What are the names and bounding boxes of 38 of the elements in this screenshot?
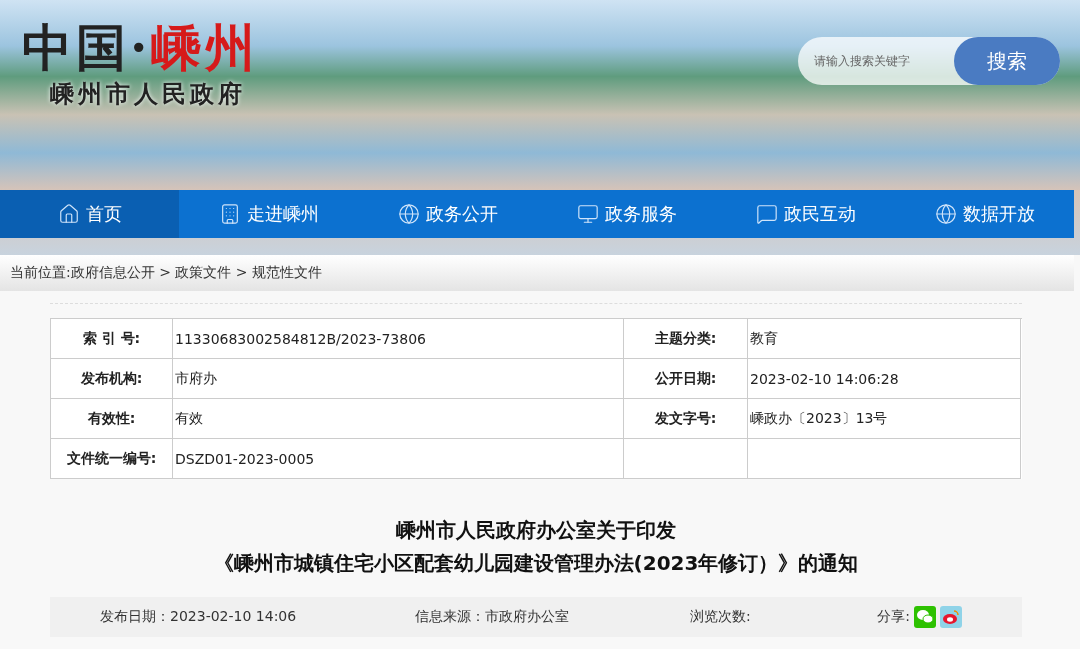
field-value: DSZD01-2023-0005	[173, 439, 624, 479]
field-label: 有效性:	[51, 399, 173, 439]
field-label: 索 引 号:	[51, 319, 173, 359]
nav-tab[interactable]: 走进嵊州	[179, 190, 358, 238]
nav-icon	[57, 203, 80, 225]
meta-text: 浏览次数:	[690, 608, 752, 626]
site-logo-title: 中国·嵊州	[22, 18, 260, 78]
field-label: 发文字号:	[624, 399, 748, 439]
article-title: 嵊州市人民政府办公室关于印发	[396, 517, 676, 544]
share-label: 分享:	[877, 608, 910, 626]
search-field[interactable]: 请输入搜索关键字 搜索	[798, 37, 1060, 85]
field-label: 公开日期:	[624, 359, 748, 399]
meta-text: 发布日期：2023-02-10 14:06	[100, 608, 298, 626]
nav-tab[interactable]: 政务服务	[537, 190, 716, 238]
meta-text: 信息来源：市政府办公室	[415, 608, 570, 626]
search-button[interactable]: 搜索	[954, 37, 1060, 85]
nav-tab[interactable]: 数据开放	[895, 190, 1074, 238]
chat-share-icon[interactable]	[914, 606, 936, 628]
site-logo-subtitle: 嵊州市人民政府	[50, 79, 247, 110]
nav-icon	[576, 203, 599, 225]
field-value: 2023-02-10 14:06:28	[748, 359, 1021, 399]
field-value: 有效	[173, 399, 624, 439]
nav-tab[interactable]: 政民互动	[716, 190, 895, 238]
nav-icon	[397, 203, 420, 225]
field-label: 文件统一编号:	[51, 439, 173, 479]
field-value: 嵊政办〔2023〕13号	[748, 399, 1021, 439]
nav-tab[interactable]: 政务公开	[358, 190, 537, 238]
nav-icon	[934, 203, 957, 225]
field-value: 市府办	[173, 359, 624, 399]
weibo-share-icon[interactable]	[940, 606, 962, 628]
field-value: 11330683002584812B/2023-73806	[173, 319, 624, 359]
nav-tab[interactable]: 首页	[0, 190, 179, 238]
breadcrumb: 当前位置:政府信息公开 > 政策文件 > 规范性文件	[10, 264, 322, 282]
field-label: 发布机构:	[51, 359, 173, 399]
nav-icon	[755, 203, 778, 225]
field-value: 教育	[748, 319, 1021, 359]
article-title: 《嵊州市城镇住宅小区配套幼儿园建设管理办法(2023年修订）》的通知	[213, 550, 859, 577]
field-label: 主题分类:	[624, 319, 748, 359]
